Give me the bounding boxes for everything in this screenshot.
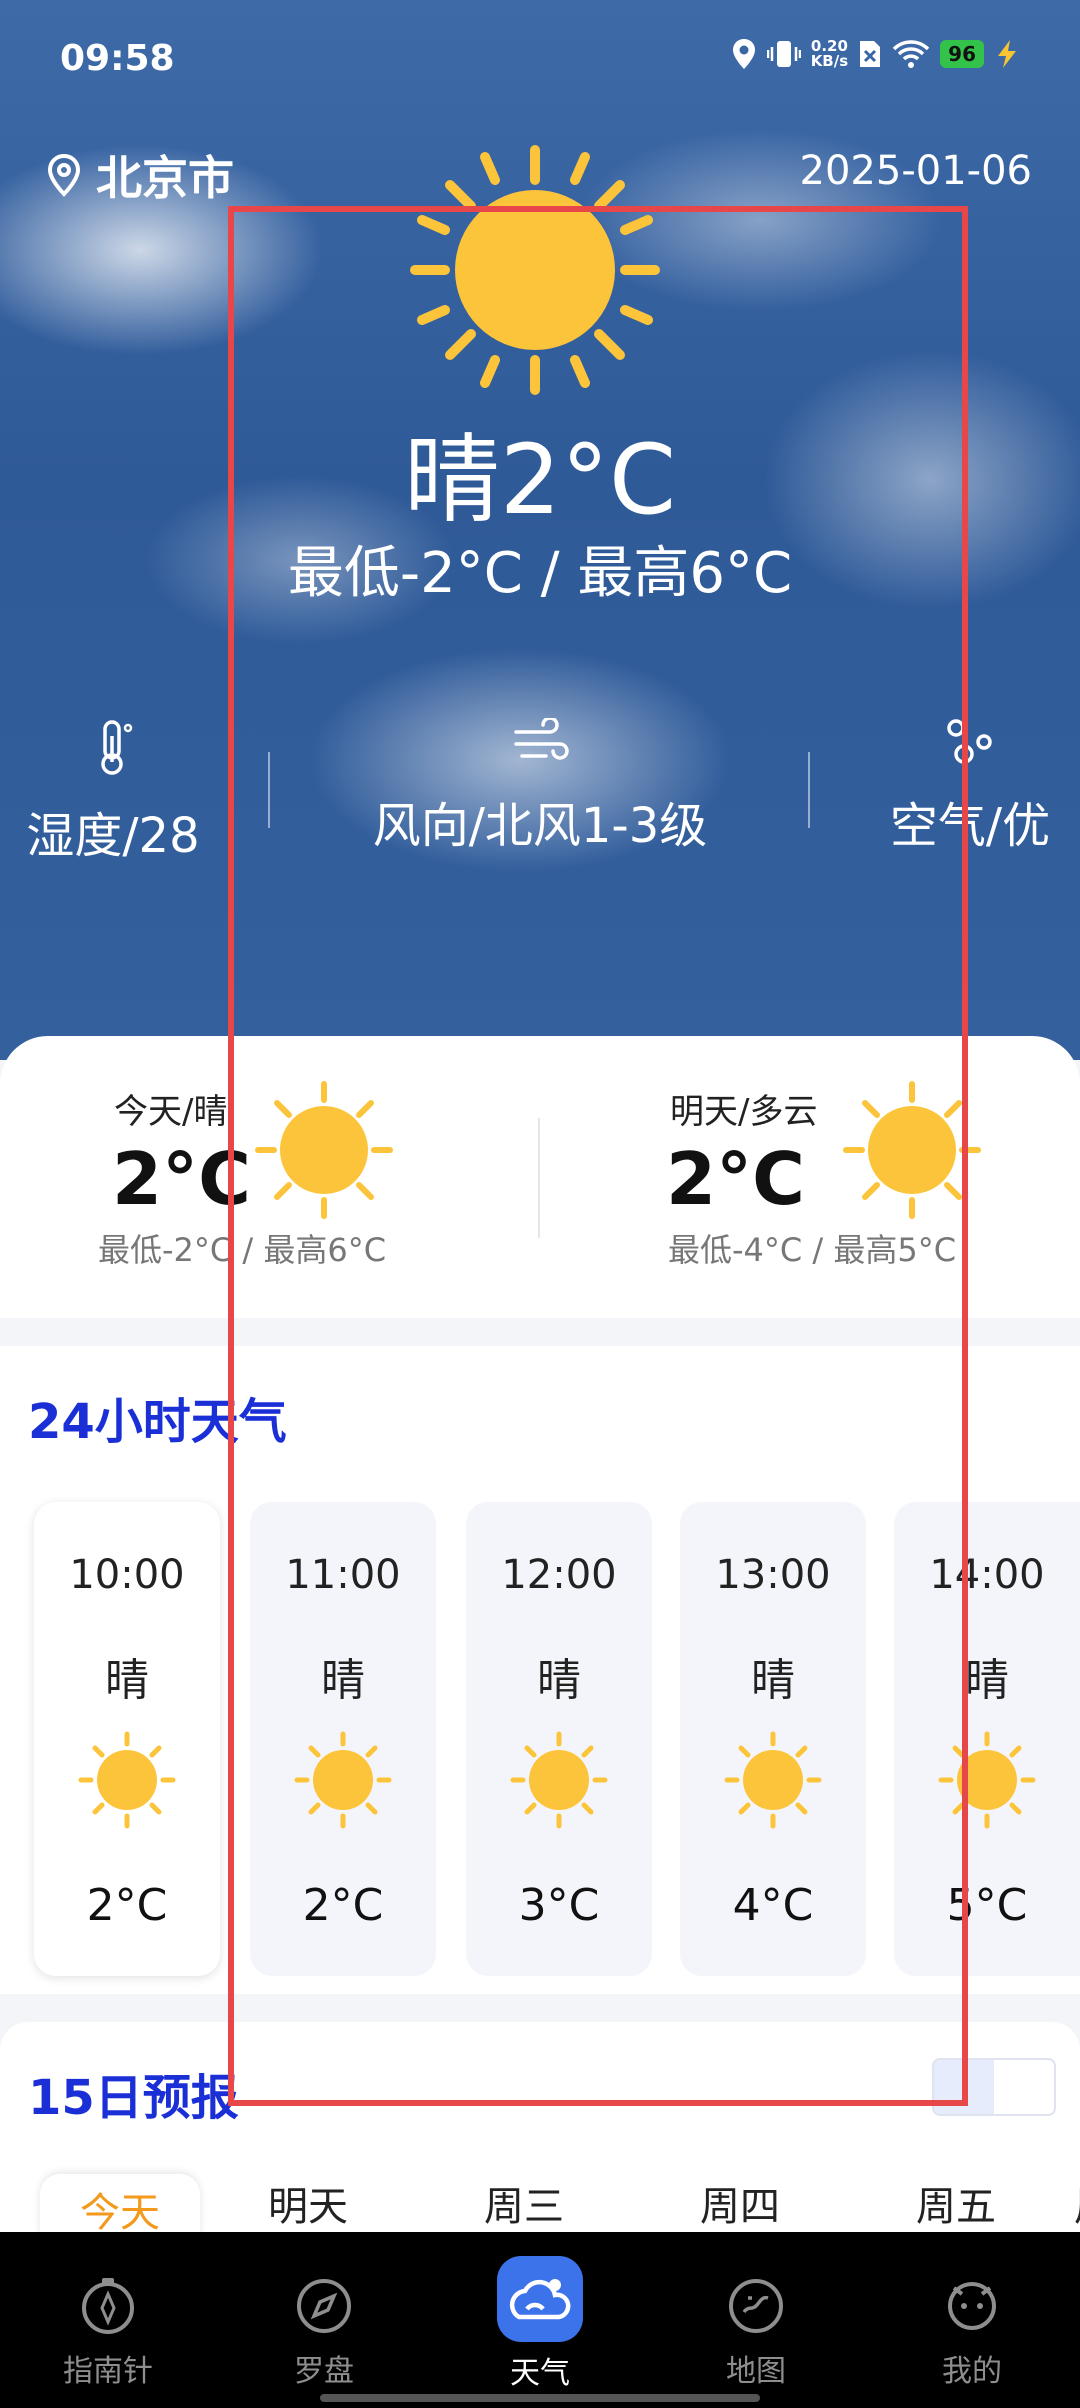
hour-condition: 晴: [965, 1655, 1009, 1706]
status-time: 09:58: [60, 38, 175, 79]
hour-card[interactable]: 12:00 晴 3°C: [466, 1502, 652, 1976]
two-day-summary: 今天/晴 2°C 最低-2°C / 最高6°C 明天/多云 2°C 最低-4°C…: [0, 1036, 1080, 1318]
compass-icon: [82, 2278, 134, 2334]
hour-card[interactable]: 14:00 晴 5°C: [894, 1502, 1080, 1976]
hour-card[interactable]: 13:00 晴 4°C: [680, 1502, 866, 1976]
air-label: 空气/优: [889, 798, 1051, 854]
nav-label: 我的: [942, 2354, 1002, 2389]
forecast-title: 15日预报: [28, 2070, 239, 2126]
hour-time: 14:00: [929, 1552, 1045, 1598]
hour-sunny-icon: [724, 1731, 822, 1829]
sim-off-icon: [860, 41, 881, 67]
hour-temp: 2°C: [302, 1880, 384, 1931]
air-stat: 空气/优: [860, 718, 1080, 856]
location-pin-icon: [47, 153, 81, 197]
net-speed: 0.20 KB/s: [811, 39, 848, 69]
current-date: 2025-01-06: [799, 148, 1032, 194]
thermometer-icon: [101, 720, 133, 775]
forecast-section: 15日预报 今天 明天 周三 周四 周五 周: [0, 2022, 1080, 2238]
hour-time: 10:00: [69, 1552, 185, 1598]
stat-divider: [268, 752, 270, 828]
day-divider: [538, 1118, 540, 1238]
hour-sunny-icon: [294, 1731, 392, 1829]
hour-condition: 晴: [321, 1655, 365, 1706]
hour-card[interactable]: 11:00 晴 2°C: [250, 1502, 436, 1976]
battery-icon: 96: [940, 40, 984, 68]
status-icons: 0.20 KB/s 96: [731, 38, 1020, 70]
stat-divider: [808, 752, 810, 828]
temp-range: 最低-2°C / 最高6°C: [287, 541, 793, 606]
tab-wednesday[interactable]: 周三: [416, 2174, 632, 2238]
hour-temp: 5°C: [946, 1880, 1028, 1931]
view-toggle[interactable]: [932, 2058, 1056, 2116]
map-icon: [729, 2279, 783, 2333]
nav-label: 指南针: [63, 2354, 153, 2389]
hour-condition: 晴: [105, 1655, 149, 1706]
current-condition: 晴2°C: [403, 424, 677, 536]
hour-temp: 4°C: [732, 1880, 814, 1931]
hour-card[interactable]: 10:00 晴 2°C: [34, 1502, 220, 1976]
hour-sunny-icon: [510, 1731, 608, 1829]
nav-dial[interactable]: 罗盘: [244, 2276, 404, 2390]
tab-thursday[interactable]: 周四: [632, 2174, 848, 2238]
nav-profile[interactable]: 我的: [892, 2276, 1052, 2390]
column-view-icon[interactable]: [934, 2060, 994, 2114]
tab-next[interactable]: 周: [1064, 2174, 1080, 2238]
hour-temp: 3°C: [518, 1880, 600, 1931]
sunny-icon: [410, 145, 660, 395]
bottom-nav: 指南针 罗盘 天气 地图 我的: [0, 2232, 1080, 2408]
hero-background: 09:58 0.20 KB/s 96 北京市 2025-01-06 晴2°C 最…: [0, 0, 1080, 1060]
forecast-tabs: 今天 明天 周三 周四 周五 周: [40, 2174, 1080, 2238]
hour-time: 13:00: [715, 1552, 831, 1598]
tomorrow-range: 最低-4°C / 最高5°C: [668, 1231, 957, 1269]
nav-label: 地图: [726, 2354, 786, 2389]
location-icon: [732, 39, 755, 69]
humidity-label: 湿度/28: [26, 808, 200, 864]
dial-icon: [297, 2279, 351, 2333]
hour-condition: 晴: [537, 1655, 581, 1706]
tomorrow-sunny-icon: [843, 1081, 981, 1219]
weather-nav-icon: [497, 2256, 583, 2342]
status-bar: 09:58 0.20 KB/s 96: [60, 38, 1020, 88]
home-indicator[interactable]: [320, 2394, 760, 2402]
tab-friday[interactable]: 周五: [848, 2174, 1064, 2238]
charging-icon: [998, 40, 1016, 68]
hour-time: 11:00: [285, 1552, 401, 1598]
tab-tomorrow[interactable]: 明天: [200, 2174, 416, 2238]
air-quality-icon: [947, 719, 992, 764]
list-view-icon[interactable]: [994, 2060, 1054, 2114]
today-sunny-icon: [255, 1081, 393, 1219]
nav-label: 罗盘: [294, 2354, 354, 2389]
hour-sunny-icon: [938, 1731, 1036, 1829]
wind-stat: 风向/北风1-3级: [300, 716, 780, 856]
nav-label: 天气: [510, 2356, 570, 2391]
wifi-icon: [892, 40, 930, 68]
vibrate-icon: [766, 41, 801, 67]
hour-time: 12:00: [501, 1552, 617, 1598]
hour-condition: 晴: [751, 1655, 795, 1706]
hourly-title: 24小时天气: [28, 1394, 287, 1450]
nav-compass[interactable]: 指南针: [28, 2276, 188, 2390]
today-range: 最低-2°C / 最高6°C: [98, 1231, 387, 1269]
hour-sunny-icon: [78, 1731, 176, 1829]
nav-map[interactable]: 地图: [676, 2276, 836, 2390]
wind-label: 风向/北风1-3级: [372, 798, 708, 854]
location-selector[interactable]: 北京市: [46, 142, 234, 208]
humidity-stat: 湿度/28: [0, 718, 226, 866]
nav-weather[interactable]: 天气: [460, 2256, 620, 2392]
tab-today[interactable]: 今天: [40, 2174, 200, 2238]
wind-icon: [514, 716, 569, 760]
hourly-weather-section: 24小时天气 10:00 晴 2°C 11:00 晴 2°C 12:00 晴 3…: [0, 1346, 1080, 1994]
hour-temp: 2°C: [86, 1880, 168, 1931]
city-name: 北京市: [96, 151, 234, 205]
profile-face-icon: [948, 2282, 997, 2330]
net-speed-unit: KB/s: [810, 52, 849, 70]
